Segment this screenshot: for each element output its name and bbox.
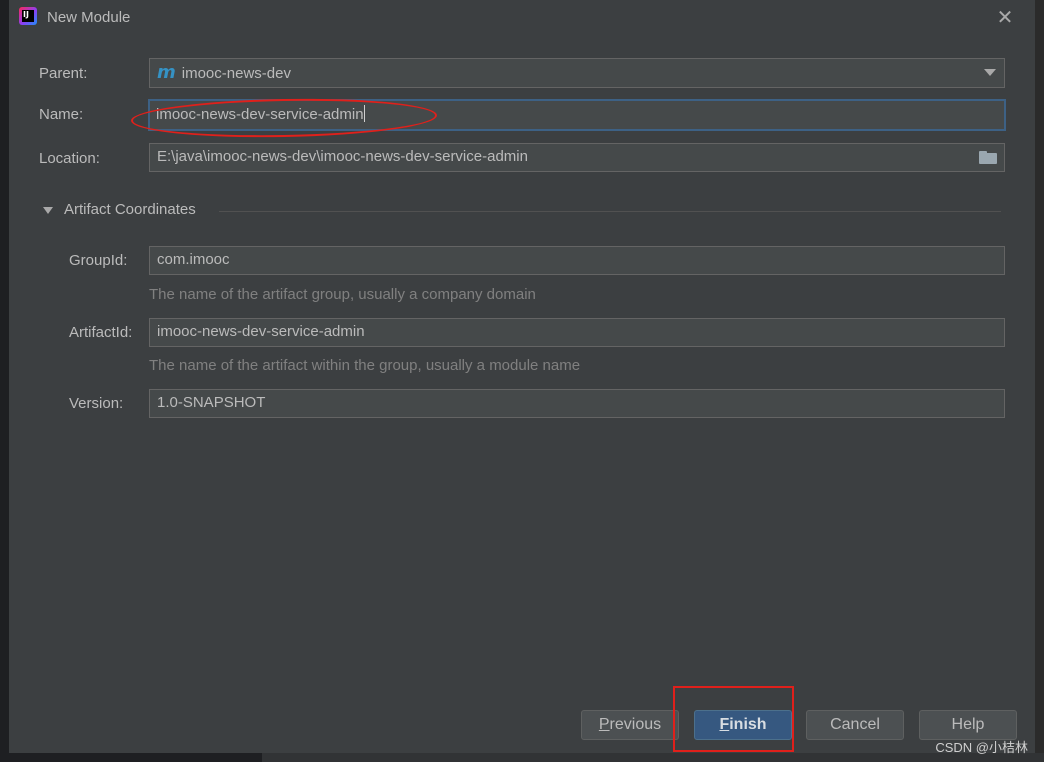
finish-mnemonic: F bbox=[719, 716, 730, 733]
location-value: E:\java\imooc-news-dev\imooc-news-dev-se… bbox=[157, 148, 528, 165]
dialog-title: New Module bbox=[47, 9, 131, 26]
cancel-button[interactable]: Cancel bbox=[806, 710, 904, 740]
close-icon[interactable]: ✕ bbox=[995, 8, 1015, 28]
name-label: Name: bbox=[39, 106, 84, 123]
background-editor-bottom bbox=[0, 753, 1044, 762]
artifact-coordinates-toggle[interactable]: Artifact Coordinates bbox=[64, 201, 196, 218]
previous-button[interactable]: Previous bbox=[581, 710, 679, 740]
parent-value: imooc-news-dev bbox=[181, 65, 291, 82]
artifactid-value: imooc-news-dev-service-admin bbox=[157, 323, 365, 340]
new-module-dialog: IJ New Module ✕ Parent: m imooc-news-dev … bbox=[9, 0, 1036, 753]
previous-label: revious bbox=[609, 716, 662, 733]
version-input[interactable]: 1.0-SNAPSHOT bbox=[149, 389, 1005, 418]
version-label: Version: bbox=[69, 395, 124, 412]
artifactid-label: ArtifactId: bbox=[69, 324, 133, 341]
artifactid-hint: The name of the artifact within the grou… bbox=[149, 357, 581, 374]
background-editor-strip bbox=[0, 0, 9, 762]
section-divider bbox=[219, 211, 1001, 212]
location-label: Location: bbox=[39, 150, 100, 167]
groupid-label: GroupId: bbox=[69, 252, 128, 269]
groupid-input[interactable]: com.imooc bbox=[149, 246, 1005, 275]
intellij-app-icon: IJ bbox=[19, 7, 37, 25]
expand-triangle-icon[interactable] bbox=[43, 207, 53, 214]
folder-browse-icon[interactable] bbox=[979, 151, 997, 164]
intellij-app-icon-text: IJ bbox=[22, 10, 34, 22]
csdn-watermark: CSDN @小桔林 bbox=[935, 740, 1028, 755]
parent-label: Parent: bbox=[39, 65, 88, 82]
location-input[interactable]: E:\java\imooc-news-dev\imooc-news-dev-se… bbox=[149, 143, 1005, 172]
background-editor-segment bbox=[262, 753, 1044, 762]
artifactid-input[interactable]: imooc-news-dev-service-admin bbox=[149, 318, 1005, 347]
text-caret bbox=[363, 105, 365, 122]
parent-combobox[interactable]: m imooc-news-dev bbox=[149, 58, 1005, 88]
version-value: 1.0-SNAPSHOT bbox=[157, 394, 266, 411]
groupid-hint: The name of the artifact group, usually … bbox=[149, 286, 536, 303]
chevron-down-icon bbox=[984, 69, 996, 76]
finish-label: inish bbox=[729, 716, 767, 733]
finish-button[interactable]: Finish bbox=[694, 710, 792, 740]
folder-icon-body bbox=[979, 153, 997, 164]
groupid-value: com.imooc bbox=[157, 251, 230, 268]
maven-module-icon: m bbox=[157, 62, 176, 83]
dialog-titlebar[interactable]: IJ New Module ✕ bbox=[9, 0, 1035, 36]
previous-mnemonic: P bbox=[598, 716, 610, 733]
name-input[interactable]: imooc-news-dev-service-admin bbox=[148, 99, 1006, 131]
name-value: imooc-news-dev-service-admin bbox=[156, 106, 364, 123]
help-button[interactable]: Help bbox=[919, 710, 1017, 740]
